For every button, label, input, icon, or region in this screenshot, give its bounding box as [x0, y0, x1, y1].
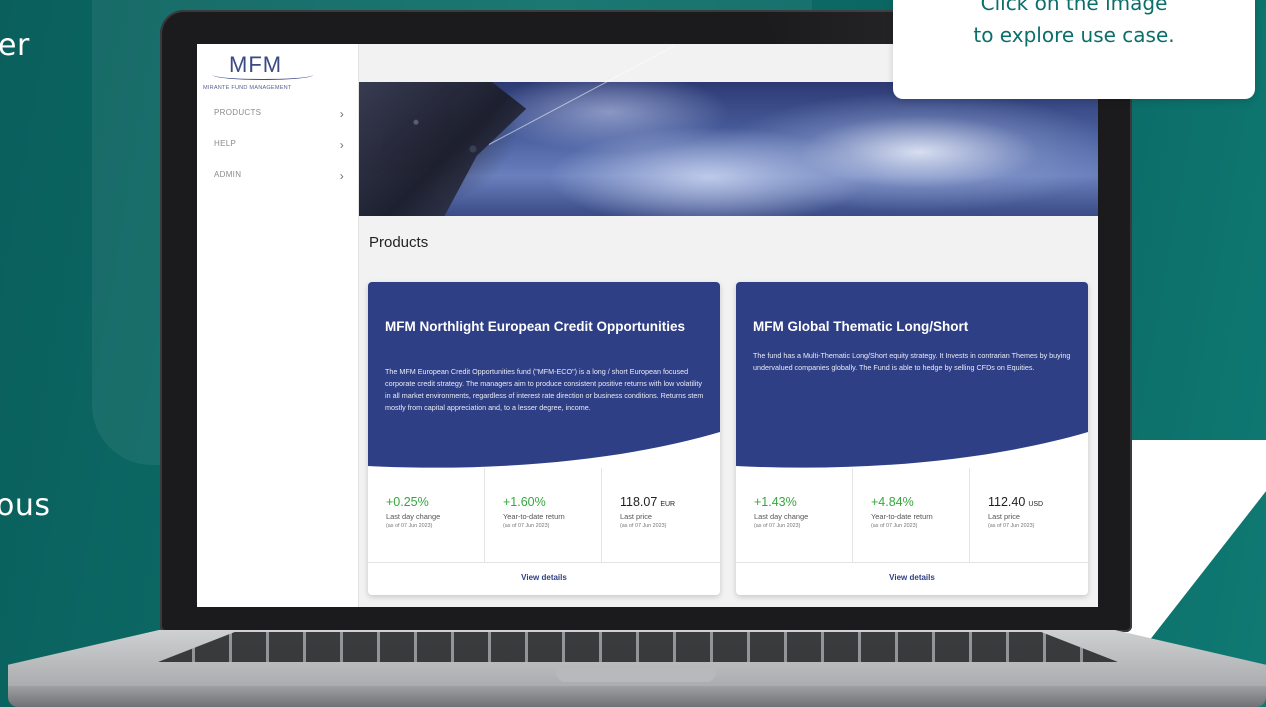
sidebar-item-label: ADMIN	[214, 170, 242, 179]
chevron-right-icon: ›	[339, 107, 344, 121]
view-details-button[interactable]: View details	[736, 562, 1088, 595]
stat-asof: (as of 07 Jun 2023)	[754, 523, 801, 529]
stat-label: Last day change	[386, 512, 441, 521]
stat-last-price: 112.40 USD Last price (as of 07 Jun 2023)	[970, 468, 1087, 562]
laptop-base	[8, 630, 1266, 707]
laptop-notch	[556, 668, 716, 682]
card-title: MFM Northlight European Credit Opportuni…	[385, 319, 685, 334]
logo-swoosh	[213, 70, 313, 80]
stat-last-day-change: +0.25% Last day change (as of 07 Jun 202…	[368, 468, 485, 562]
stat-last-day-change: +1.43% Last day change (as of 07 Jun 202…	[736, 468, 853, 562]
price-currency: USD	[1028, 501, 1044, 508]
stat-value: 112.40 USD	[988, 495, 1043, 509]
main-content: Products MFM Northlight European Credit …	[359, 44, 1098, 607]
laptop-keyboard	[158, 632, 1118, 662]
sidebar-item-label: HELP	[214, 139, 237, 148]
card-stats: +0.25% Last day change (as of 07 Jun 202…	[368, 468, 720, 562]
view-details-label: View details	[521, 573, 567, 582]
stat-asof: (as of 07 Jun 2023)	[620, 523, 667, 529]
stat-value: +1.60%	[503, 495, 546, 509]
stat-value: +0.25%	[386, 495, 429, 509]
logo-subtitle: MIRANTE FUND MANAGEMENT	[203, 85, 292, 91]
stat-ytd-return: +4.84% Year-to-date return (as of 07 Jun…	[853, 468, 970, 562]
card-stats: +1.43% Last day change (as of 07 Jun 202…	[736, 468, 1088, 562]
tooltip-line-2: to explore use case.	[973, 23, 1175, 47]
stat-last-price: 118.07 EUR Last price (as of 07 Jun 2023)	[602, 468, 719, 562]
price-value: 118.07	[620, 495, 658, 509]
sidebar-item-admin[interactable]: ADMIN ›	[214, 169, 344, 188]
laptop-front	[8, 686, 1266, 707]
stat-label: Last price	[988, 512, 1021, 521]
chevron-right-icon: ›	[339, 169, 344, 183]
product-card[interactable]: MFM Northlight European Credit Opportuni…	[368, 282, 720, 595]
stat-value: +4.84%	[871, 495, 914, 509]
card-title: MFM Global Thematic Long/Short	[753, 319, 969, 334]
card-description: The fund has a Multi-Thematic Long/Short…	[753, 351, 1071, 372]
chevron-right-icon: ›	[339, 138, 344, 152]
stat-asof: (as of 07 Jun 2023)	[988, 523, 1035, 529]
tooltip-line-1: Click on the image	[980, 0, 1168, 15]
stat-asof: (as of 07 Jun 2023)	[503, 523, 550, 529]
stat-asof: (as of 07 Jun 2023)	[386, 523, 433, 529]
stat-value: 118.07 EUR	[620, 495, 675, 509]
stat-label: Last day change	[754, 512, 809, 521]
stat-asof: (as of 07 Jun 2023)	[871, 523, 918, 529]
view-details-label: View details	[889, 573, 935, 582]
side-text-bottom: ous	[0, 488, 51, 523]
card-wave	[368, 432, 720, 472]
product-card[interactable]: MFM Global Thematic Long/Short The fund …	[736, 282, 1088, 595]
page-title: Products	[369, 234, 429, 251]
sidebar-item-label: PRODUCTS	[214, 108, 262, 117]
explore-tooltip[interactable]: Click on the image to explore use case.	[893, 0, 1255, 99]
laptop-screen[interactable]: MFM MIRANTE FUND MANAGEMENT PRODUCTS › H…	[197, 44, 1098, 607]
card-description: The MFM European Credit Opportunities fu…	[385, 367, 704, 412]
stat-label: Last price	[620, 512, 653, 521]
sidebar-item-help[interactable]: HELP ›	[214, 138, 344, 157]
card-wave	[736, 432, 1088, 472]
stat-ytd-return: +1.60% Year-to-date return (as of 07 Jun…	[485, 468, 602, 562]
app-logo[interactable]: MFM MIRANTE FUND MANAGEMENT	[203, 52, 353, 92]
sidebar: MFM MIRANTE FUND MANAGEMENT PRODUCTS › H…	[197, 44, 359, 607]
stat-label: Year-to-date return	[503, 512, 565, 521]
side-text-top: er	[0, 28, 30, 63]
price-currency: EUR	[660, 501, 676, 508]
stat-label: Year-to-date return	[871, 512, 933, 521]
sidebar-item-products[interactable]: PRODUCTS ›	[214, 107, 344, 126]
price-value: 112.40	[988, 495, 1026, 509]
stat-value: +1.43%	[754, 495, 797, 509]
view-details-button[interactable]: View details	[368, 562, 720, 595]
